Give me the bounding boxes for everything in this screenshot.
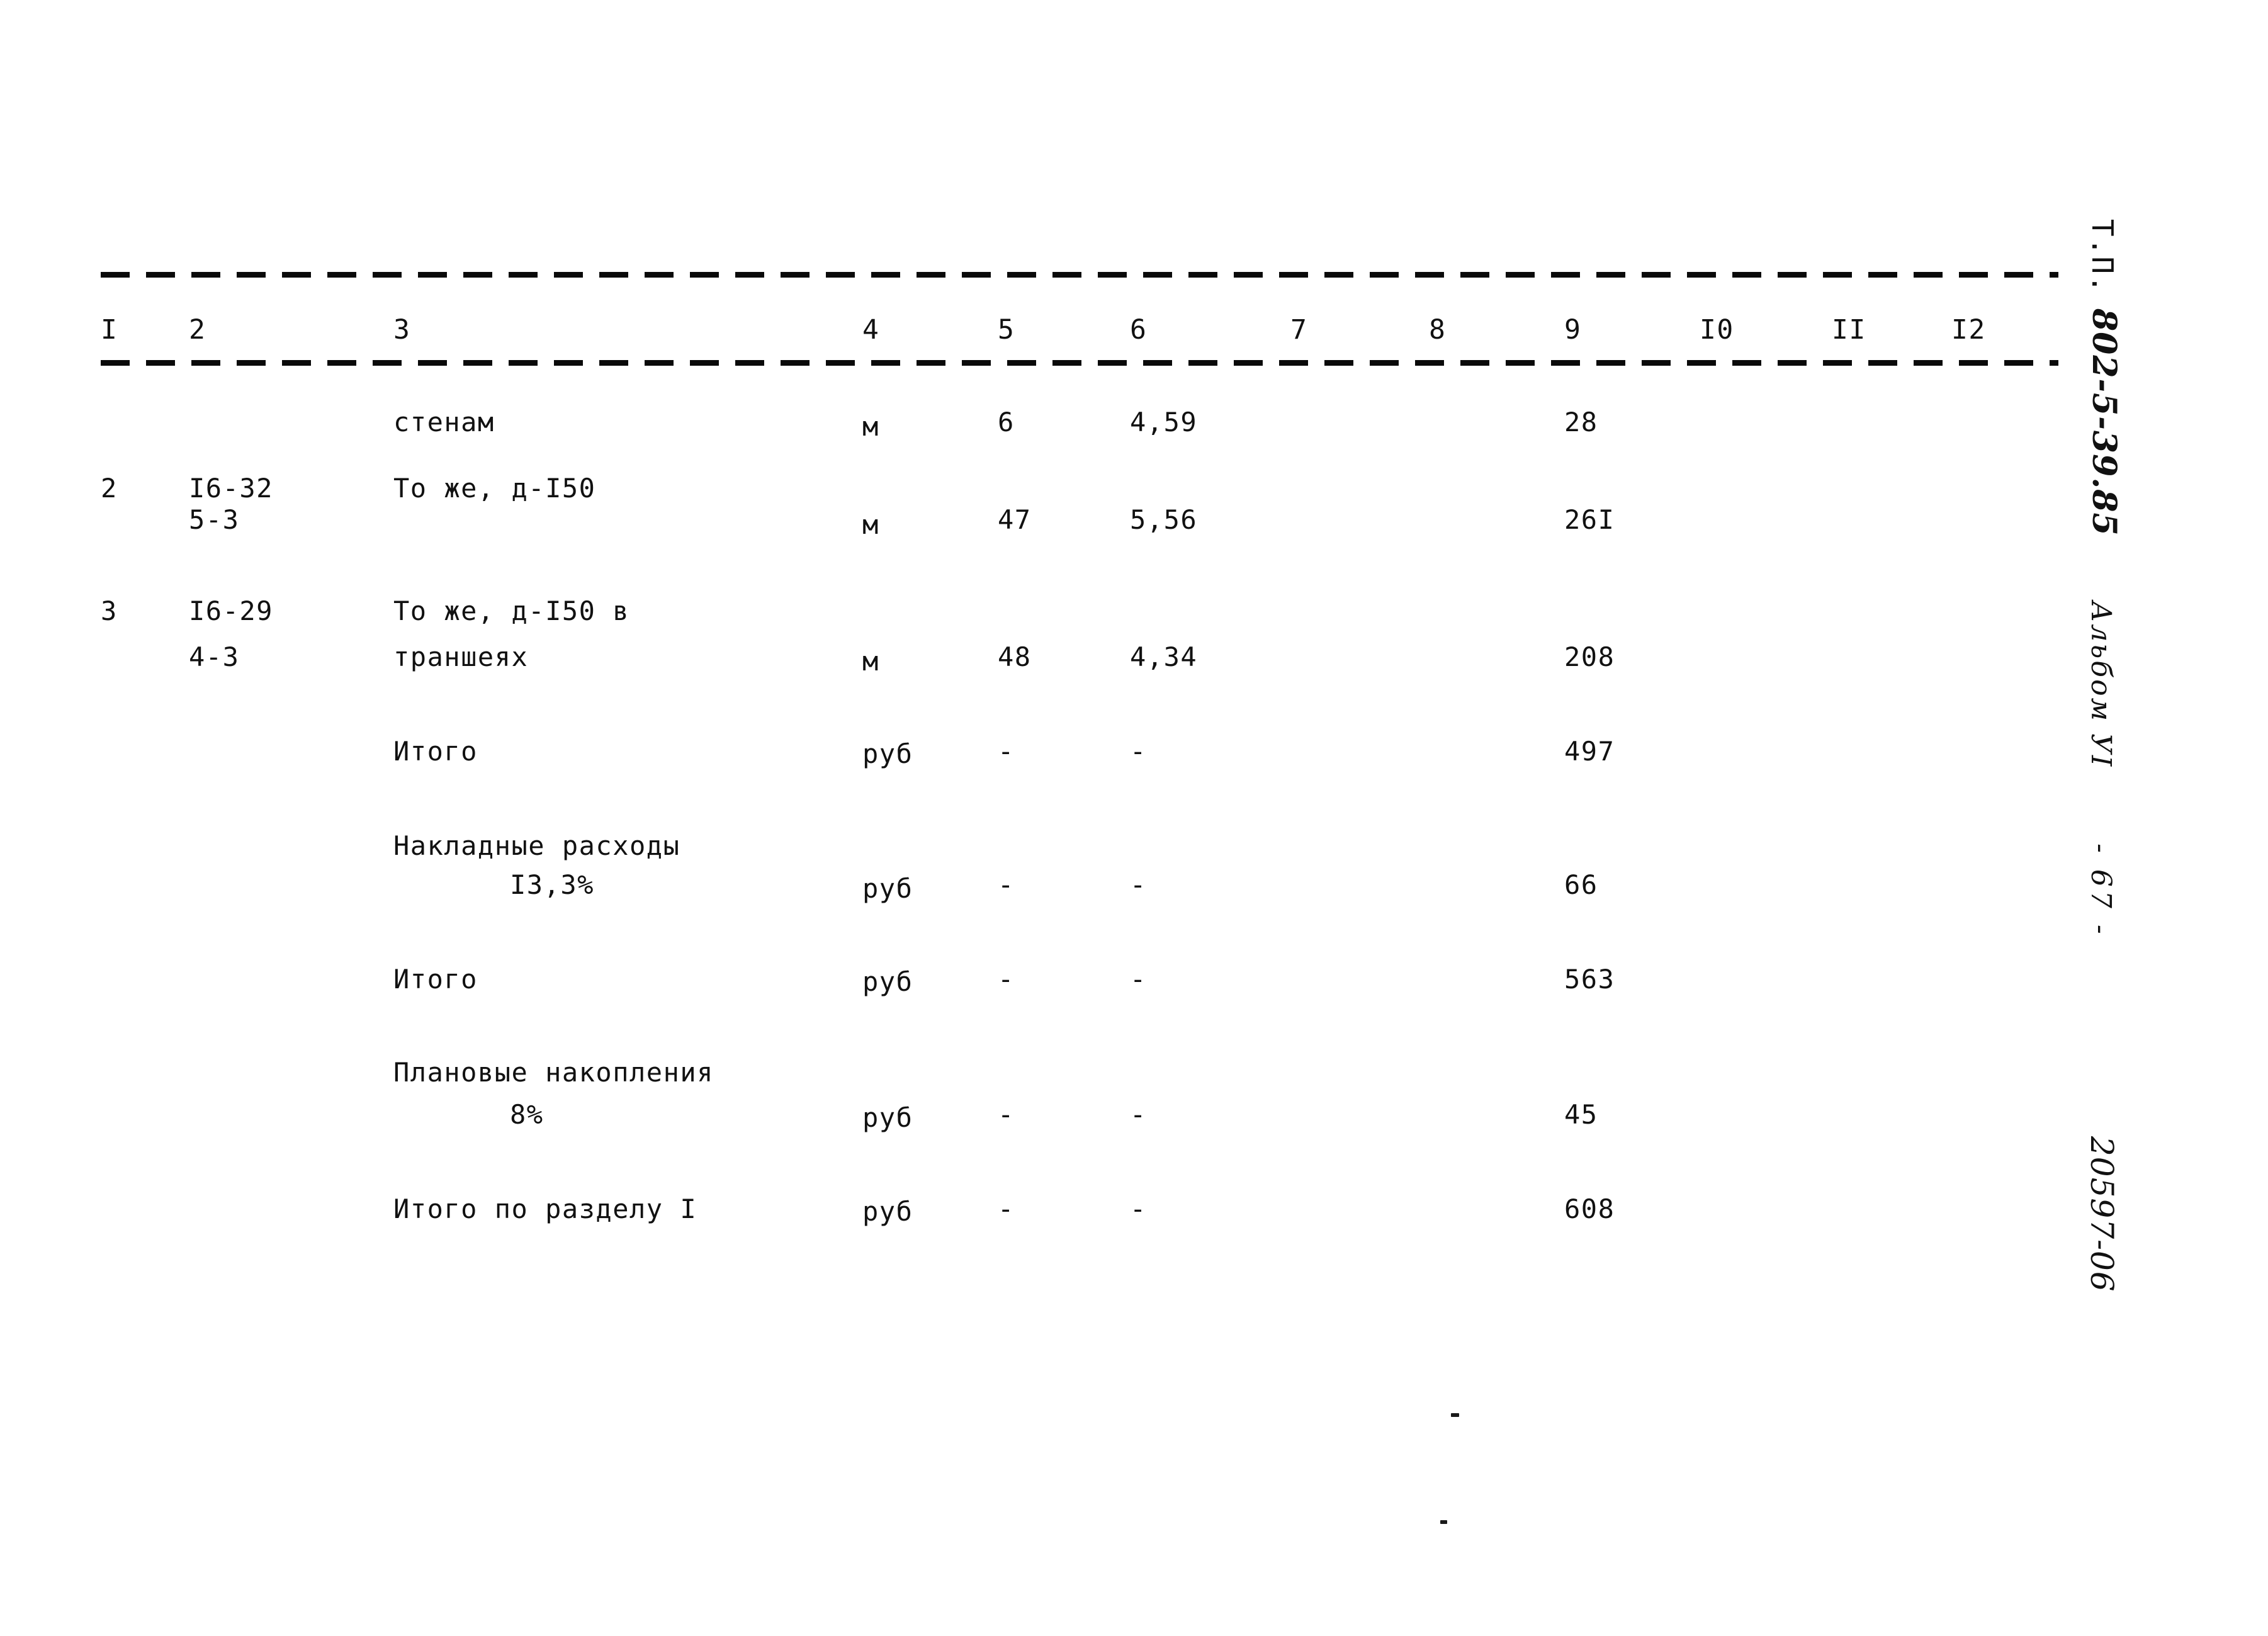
table-row: То же, д-I50 в [393,595,630,626]
table-row: - [1130,736,1147,767]
table-row: - [1130,964,1147,995]
column-number-8: 8 [1429,314,1447,346]
column-number-6: 6 [1130,314,1148,346]
table-row: стенам [393,407,495,437]
column-number-11: II [1832,314,1866,346]
table-row: 497 [1564,736,1615,767]
column-number-4: 4 [862,314,880,346]
table-row: 4,59 [1130,407,1198,437]
project-type-label: Т.П. [2085,219,2119,294]
table-header-bottom-rule [101,360,2058,366]
table-row: Накладные расходы [393,830,680,861]
scan-artifact-mark [1440,1520,1447,1524]
table-row: 45 [1564,1099,1598,1130]
table-row: 48 [998,641,1032,672]
column-number-9: 9 [1564,314,1582,346]
table-row: м [862,509,879,540]
column-number-7: 7 [1290,314,1308,346]
scan-artifact-mark [1451,1413,1459,1417]
table-row: - [1130,1193,1147,1224]
table-row: траншеях [393,641,529,672]
table-row: руб [862,1196,913,1227]
document-code: 20597-06 [2084,1136,2120,1292]
table-row: 28 [1564,407,1598,437]
column-number-3: 3 [393,314,411,346]
table-row: руб [862,966,913,997]
column-number-5: 5 [998,314,1015,346]
table-row: руб [862,1102,913,1133]
table-row: 208 [1564,641,1615,672]
table-row: руб [862,738,913,769]
table-row: 5-3 [189,504,240,535]
table-row: 26I [1564,504,1615,535]
table-row: - [998,869,1015,900]
column-number-1: I [101,314,118,346]
table-row: м [862,411,879,442]
table-row: м [862,646,879,677]
table-row: 6 [998,407,1015,437]
table-row: - [1130,1099,1147,1130]
table-row: То же, д-I50 [393,473,596,504]
table-row: I3,3% [510,869,594,900]
column-number-2: 2 [189,314,206,346]
table-row: 4,34 [1130,641,1198,672]
table-row: I6-29 [189,595,273,626]
table-row: Итого [393,964,478,995]
table-row: 5,56 [1130,504,1198,535]
table-row: руб [862,873,913,904]
table-row: 3 [101,595,118,626]
table-row: - [998,1193,1015,1224]
column-number-12: I2 [1951,314,1986,346]
table-row: 47 [998,504,1032,535]
table-row: 8% [510,1099,544,1130]
project-type-code: 802-5-39.85 [2085,308,2123,536]
table-row: - [1130,869,1147,900]
table-row: - [998,1099,1015,1130]
table-row: 563 [1564,964,1615,995]
table-row: 2 [101,473,118,504]
table-row: - [998,964,1015,995]
table-row: 4-3 [189,641,240,672]
table-row: I6-32 [189,473,273,504]
table-row: Итого [393,736,478,767]
table-row: 608 [1564,1193,1615,1224]
column-number-10: I0 [1700,314,1734,346]
table-row: 66 [1564,869,1598,900]
album-label: Альбом УI [2085,601,2117,769]
table-top-rule [101,272,2058,278]
table-row: - [998,736,1015,767]
table-row: Плановые накопления [393,1057,714,1088]
scanned-page: I 2 3 4 5 6 7 8 9 I0 II I2 стенам м 6 4,… [0,0,2268,1636]
page-number: - 67 - [2085,843,2117,938]
table-row: Итого по разделу I [393,1193,697,1224]
